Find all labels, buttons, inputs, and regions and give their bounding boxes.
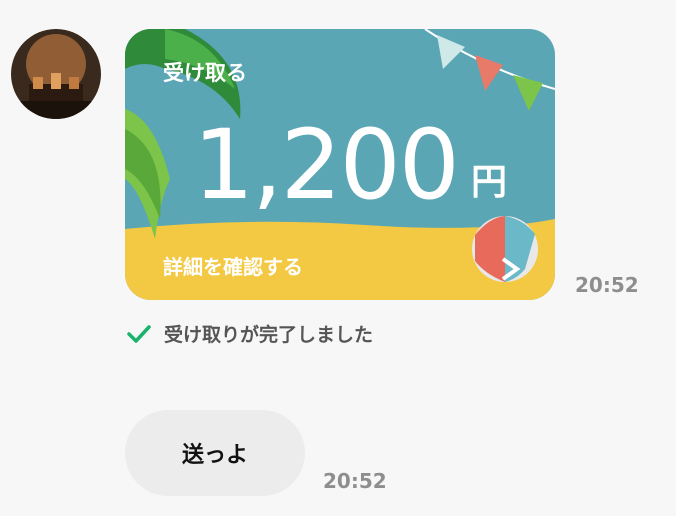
avatar-image — [11, 29, 101, 119]
message-bubble[interactable]: 送っよ — [125, 410, 305, 496]
status-text: 受け取りが完了しました — [164, 324, 374, 346]
message-text: 送っよ — [181, 443, 248, 468]
amount-value: 1,200 — [193, 109, 460, 221]
details-link[interactable]: 詳細を確認する — [163, 251, 303, 280]
receive-label: 受け取る — [163, 61, 247, 85]
payment-card[interactable]: 受け取る 1,200 円 詳細を確認する — [125, 29, 555, 300]
sender-avatar[interactable] — [11, 29, 101, 119]
checkmark-icon — [127, 324, 151, 343]
receipt-status: 受け取りが完了しました — [126, 320, 373, 347]
message-timestamp: 20:52 — [323, 469, 387, 493]
currency-label: 円 — [471, 162, 508, 203]
card-timestamp: 20:52 — [575, 273, 639, 297]
